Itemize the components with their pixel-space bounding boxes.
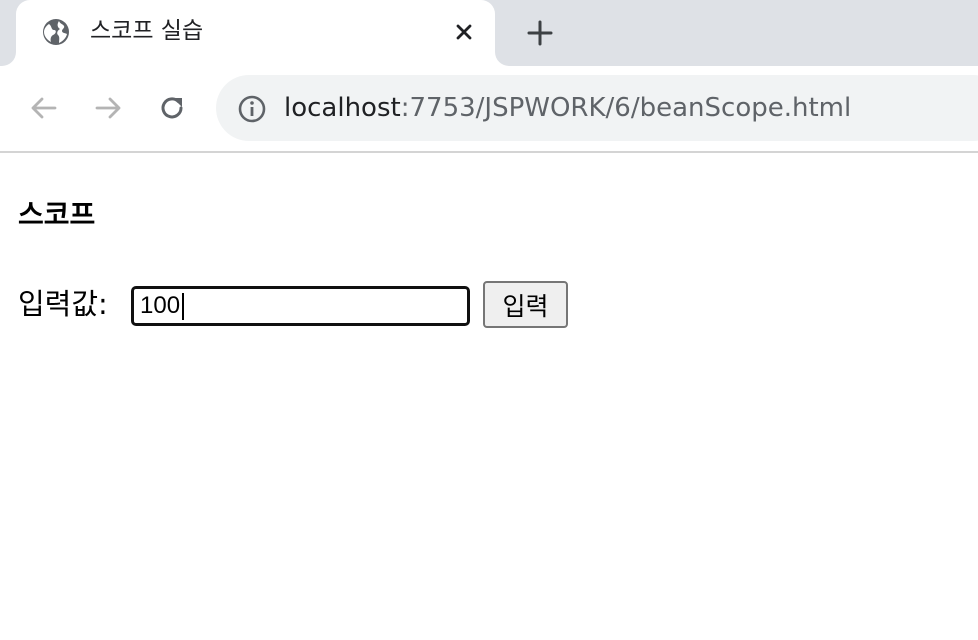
page-heading: 스코프 — [18, 198, 96, 231]
address-bar[interactable]: localhost:7753/JSPWORK/6/beanScope.html — [216, 75, 978, 141]
arrow-right-icon[interactable] — [90, 90, 126, 126]
arrow-left-icon[interactable] — [26, 90, 62, 126]
submit-button[interactable]: 입력 — [483, 281, 568, 328]
browser-tab-active[interactable]: 스코프 실습 — [16, 0, 495, 66]
url-path: :7753/JSPWORK/6/beanScope.html — [400, 93, 852, 123]
plus-icon[interactable] — [524, 17, 556, 49]
tab-strip: 스코프 실습 — [0, 0, 978, 66]
url-host: localhost — [284, 93, 401, 123]
text-caret — [182, 293, 184, 320]
tab-title: 스코프 실습 — [90, 18, 204, 44]
close-icon[interactable] — [450, 18, 478, 46]
tab-curve-right — [495, 52, 511, 66]
globe-icon — [42, 18, 70, 46]
url-text[interactable]: localhost:7753/JSPWORK/6/beanScope.html — [284, 89, 851, 127]
reload-icon[interactable] — [154, 90, 190, 126]
info-icon[interactable] — [236, 93, 268, 125]
input-label: 입력값: — [18, 287, 108, 321]
tab-curve-left — [0, 52, 16, 66]
page-content: 스코프 입력값: 입력 — [0, 153, 978, 640]
browser-toolbar: localhost:7753/JSPWORK/6/beanScope.html — [0, 66, 978, 153]
